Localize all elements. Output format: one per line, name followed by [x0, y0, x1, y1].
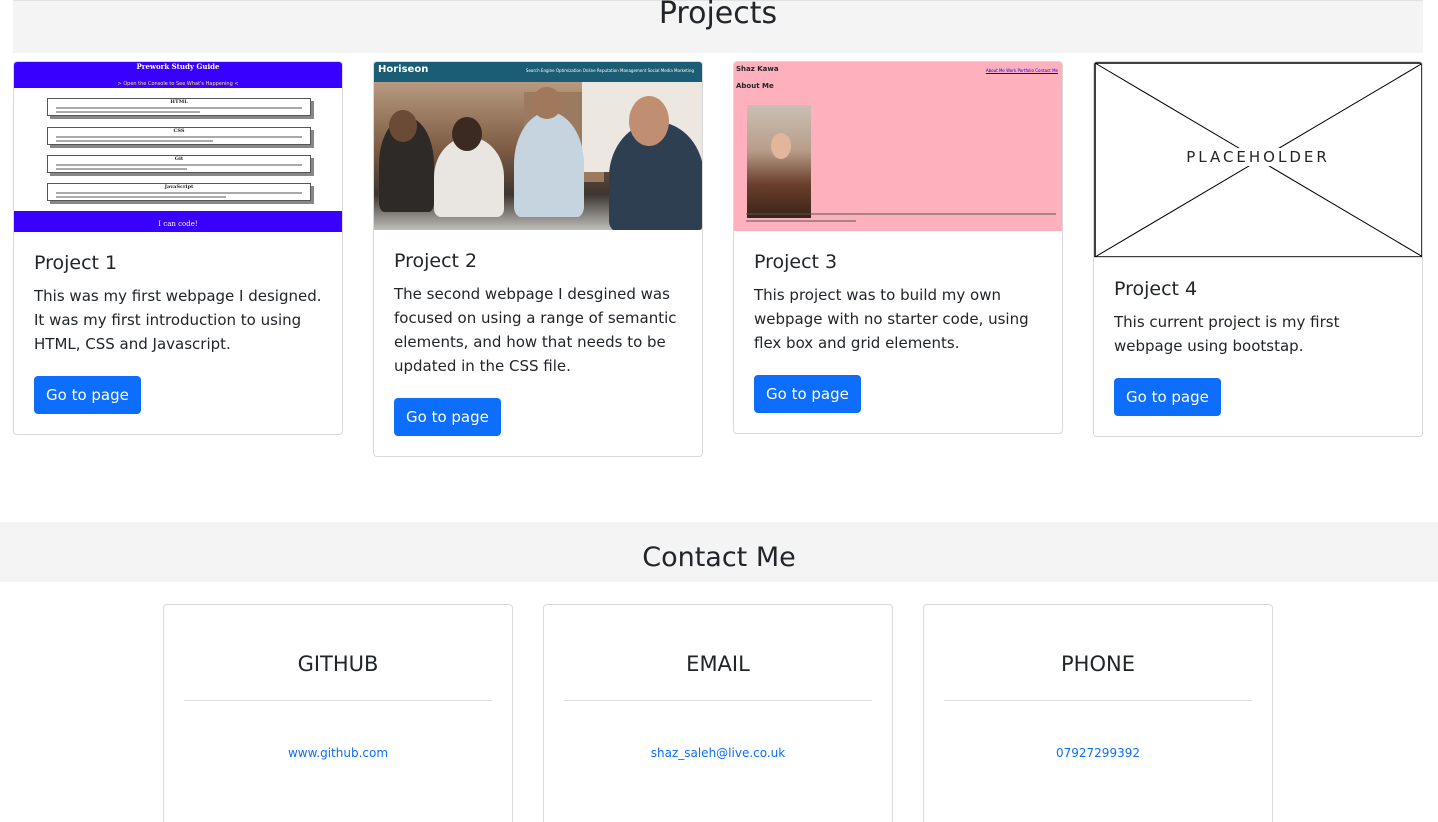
project-4-text: This current project is my first webpage…	[1114, 313, 1340, 355]
project-2-image[interactable]: Horiseon Search Engine Optimization Onli…	[374, 62, 702, 230]
contact-card-phone: PHONE 07927299392	[923, 604, 1273, 822]
email-label: EMAIL	[686, 652, 750, 676]
thumb1-subtitle: > Open the Console to See What's Happeni…	[117, 81, 239, 87]
email-link[interactable]: shaz_saleh@live.co.uk	[544, 746, 892, 760]
thumb3-photo	[747, 105, 811, 218]
placeholder-label: PLACEHOLDER	[1176, 148, 1340, 166]
divider	[184, 700, 492, 701]
github-label: GITHUB	[297, 652, 379, 676]
github-link[interactable]: www.github.com	[164, 746, 512, 760]
phone-link[interactable]: 07927299392	[924, 746, 1272, 760]
project-2-title: Project 2	[394, 250, 478, 272]
project-1-body: Project 1 This was my first webpage I de…	[14, 232, 342, 376]
divider	[564, 700, 872, 701]
thumb3-about: About Me	[736, 82, 774, 90]
project-card-1: Prework Study Guide > Open the Console t…	[13, 61, 343, 435]
contact-card-github: GITHUB www.github.com	[163, 604, 513, 822]
thumb3-name: Shaz Kawa	[736, 65, 779, 73]
projects-header: Projects	[13, 0, 1423, 53]
project-3-button[interactable]: Go to page	[754, 375, 861, 413]
phone-label: PHONE	[1061, 652, 1135, 676]
thumb3-links: About Me Work Portfolio Contact Me	[985, 68, 1058, 73]
project-2-body: Project 2 The second webpage I desgined …	[374, 230, 702, 398]
project-3-title: Project 3	[754, 251, 838, 273]
project-3-image[interactable]: Shaz Kawa About Me Work Portfolio Contac…	[734, 62, 1062, 231]
thumb1-footer: I can code!	[158, 220, 198, 228]
thumb2-nav: Search Engine Optimization Online Reputa…	[525, 68, 694, 73]
divider	[944, 700, 1252, 701]
project-2-button[interactable]: Go to page	[394, 398, 501, 436]
project-3-text: This project was to build my own webpage…	[754, 286, 1029, 352]
projects-title: Projects	[658, 0, 778, 31]
project-card-4: PLACEHOLDER Project 4 This current proje…	[1093, 61, 1423, 437]
project-card-2: Horiseon Search Engine Optimization Onli…	[373, 61, 703, 457]
project-1-text: This was my first webpage I designed. It…	[34, 287, 322, 353]
project-3-body: Project 3 This project was to build my o…	[734, 231, 1062, 375]
project-4-image[interactable]: PLACEHOLDER	[1094, 62, 1422, 258]
contact-card-email: EMAIL shaz_saleh@live.co.uk	[543, 604, 893, 822]
project-2-text: The second webpage I desgined was focuse…	[394, 285, 677, 375]
project-4-body: Project 4 This current project is my fir…	[1094, 258, 1422, 378]
contact-title: Contact Me	[642, 542, 796, 573]
contact-header: Contact Me	[0, 522, 1438, 582]
project-4-title: Project 4	[1114, 278, 1198, 300]
project-1-button[interactable]: Go to page	[34, 376, 141, 414]
project-1-image[interactable]: Prework Study Guide > Open the Console t…	[14, 62, 342, 232]
thumb1-title: Prework Study Guide	[136, 62, 220, 71]
thumb2-brand: Horiseon	[378, 64, 429, 75]
project-card-3: Shaz Kawa About Me Work Portfolio Contac…	[733, 61, 1063, 434]
project-4-button[interactable]: Go to page	[1114, 378, 1221, 416]
project-1-title: Project 1	[34, 252, 118, 274]
